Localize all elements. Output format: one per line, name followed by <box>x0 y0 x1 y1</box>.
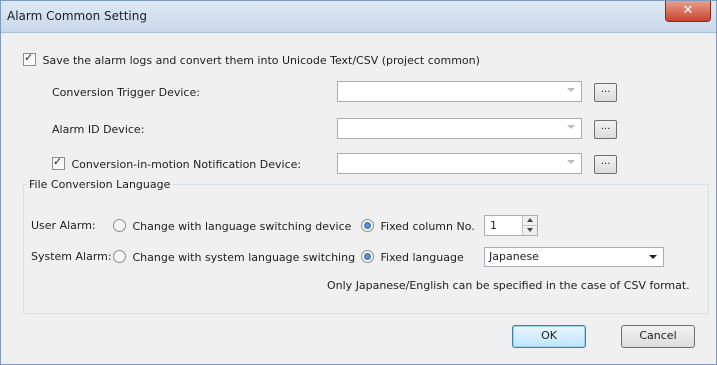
dialog-title: Alarm Common Setting <box>7 9 147 23</box>
notification-device-combo[interactable] <box>337 153 582 174</box>
system-alarm-fixed-radio[interactable] <box>361 250 374 263</box>
fixed-language-select[interactable]: Japanese <box>484 247 664 267</box>
chevron-down-icon <box>567 88 575 92</box>
chevron-down-icon <box>567 160 575 164</box>
alarm-id-device-label: Alarm ID Device: <box>52 123 145 136</box>
trigger-device-browse-button[interactable]: ... <box>594 83 617 102</box>
column-no-spinner[interactable]: 1 <box>484 215 538 236</box>
ok-button[interactable]: OK <box>512 325 586 348</box>
system-alarm-switching-label: Change with system language switching <box>132 251 356 264</box>
user-alarm-fixed-option[interactable]: Fixed column No. <box>361 219 475 233</box>
arrow-up-icon <box>527 218 533 222</box>
user-alarm-switching-radio[interactable] <box>113 219 126 232</box>
title-bar[interactable]: Alarm Common Setting ✕ <box>1 1 716 33</box>
save-logs-checkbox[interactable]: ✓ <box>23 51 36 66</box>
csv-format-note: Only Japanese/English can be specified i… <box>327 279 690 292</box>
user-alarm-fixed-radio[interactable] <box>361 219 374 232</box>
system-alarm-fixed-label: Fixed language <box>380 251 464 264</box>
system-alarm-switching-radio[interactable] <box>113 250 126 263</box>
user-alarm-switching-option[interactable]: Change with language switching device <box>113 219 351 233</box>
cancel-button[interactable]: Cancel <box>621 325 695 348</box>
save-logs-label: Save the alarm logs and convert them int… <box>42 54 480 67</box>
spin-up-button[interactable] <box>523 216 537 226</box>
close-button[interactable]: ✕ <box>665 1 711 22</box>
trigger-device-label: Conversion Trigger Device: <box>52 86 200 99</box>
arrow-down-icon <box>527 228 533 232</box>
notification-device-row[interactable]: ✓ Conversion-in-motion Notification Devi… <box>52 155 302 171</box>
dialog-window: Alarm Common Setting ✕ ✓ Save the alarm … <box>0 0 717 365</box>
trigger-device-combo[interactable] <box>337 81 582 102</box>
notification-device-label: Conversion-in-motion Notification Device… <box>71 158 302 171</box>
notification-device-browse-button[interactable]: ... <box>594 155 617 174</box>
dialog-body: ✓ Save the alarm logs and convert them i… <box>9 33 709 356</box>
close-icon: ✕ <box>682 3 694 18</box>
alarm-id-device-browse-button[interactable]: ... <box>594 120 617 139</box>
chevron-down-icon <box>567 125 575 129</box>
system-alarm-switching-option[interactable]: Change with system language switching <box>113 250 355 264</box>
system-alarm-fixed-option[interactable]: Fixed language <box>361 250 464 264</box>
user-alarm-switching-label: Change with language switching device <box>132 220 352 233</box>
spin-down-button[interactable] <box>523 226 537 235</box>
user-alarm-label: User Alarm: <box>31 219 96 232</box>
check-icon: ✓ <box>24 51 34 64</box>
check-icon: ✓ <box>53 155 63 168</box>
alarm-id-device-combo[interactable] <box>337 118 582 139</box>
save-logs-row[interactable]: ✓ Save the alarm logs and convert them i… <box>23 51 480 67</box>
system-alarm-label: System Alarm: <box>31 250 112 263</box>
column-no-value: 1 <box>490 219 497 232</box>
user-alarm-fixed-label: Fixed column No. <box>380 220 475 233</box>
group-title: File Conversion Language <box>27 178 173 191</box>
chevron-down-icon <box>649 255 657 259</box>
fixed-language-value: Japanese <box>489 250 539 263</box>
notification-device-checkbox[interactable]: ✓ <box>52 155 65 170</box>
